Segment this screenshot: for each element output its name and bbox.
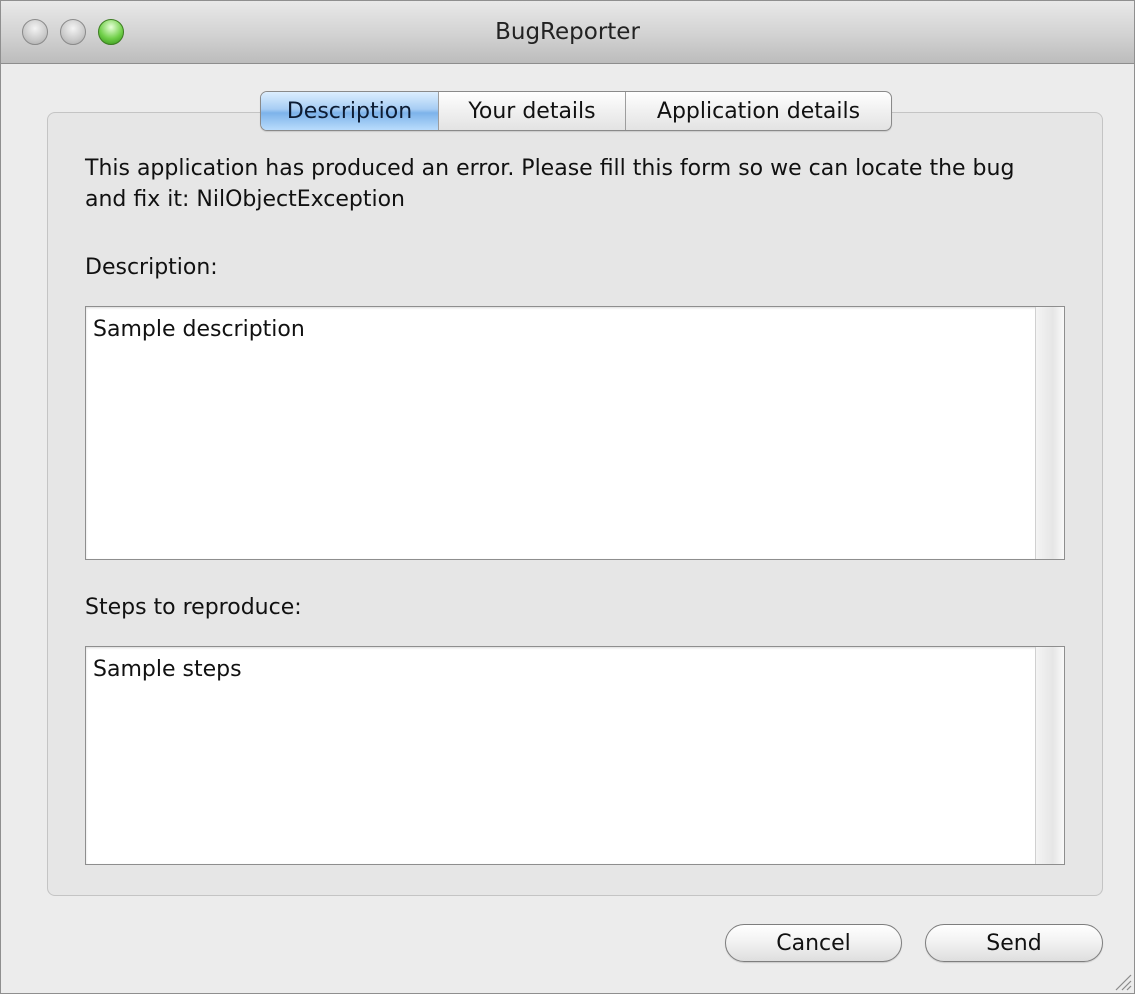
- steps-value: Sample steps: [93, 657, 242, 682]
- window-title: BugReporter: [495, 19, 640, 45]
- steps-scrollbar[interactable]: [1035, 647, 1064, 864]
- tab-bar: Description Your details Application det…: [260, 91, 892, 131]
- tab-description[interactable]: Description: [261, 92, 439, 130]
- cancel-button[interactable]: Cancel: [725, 924, 902, 962]
- description-label: Description:: [85, 255, 218, 280]
- send-button[interactable]: Send: [925, 924, 1103, 962]
- steps-textarea[interactable]: Sample steps: [85, 646, 1065, 865]
- title-bar[interactable]: BugReporter: [1, 1, 1134, 64]
- tab-your-details[interactable]: Your details: [439, 92, 626, 130]
- description-textarea[interactable]: Sample description: [85, 306, 1065, 560]
- resize-grip-icon[interactable]: [1112, 971, 1132, 991]
- description-value: Sample description: [93, 317, 305, 342]
- tab-application-details[interactable]: Application details: [626, 92, 891, 130]
- description-scrollbar[interactable]: [1035, 307, 1064, 559]
- bugreporter-window: BugReporter Description Your details App…: [0, 0, 1135, 994]
- steps-label: Steps to reproduce:: [85, 595, 302, 620]
- error-intro-text: This application has produced an error. …: [85, 156, 1015, 212]
